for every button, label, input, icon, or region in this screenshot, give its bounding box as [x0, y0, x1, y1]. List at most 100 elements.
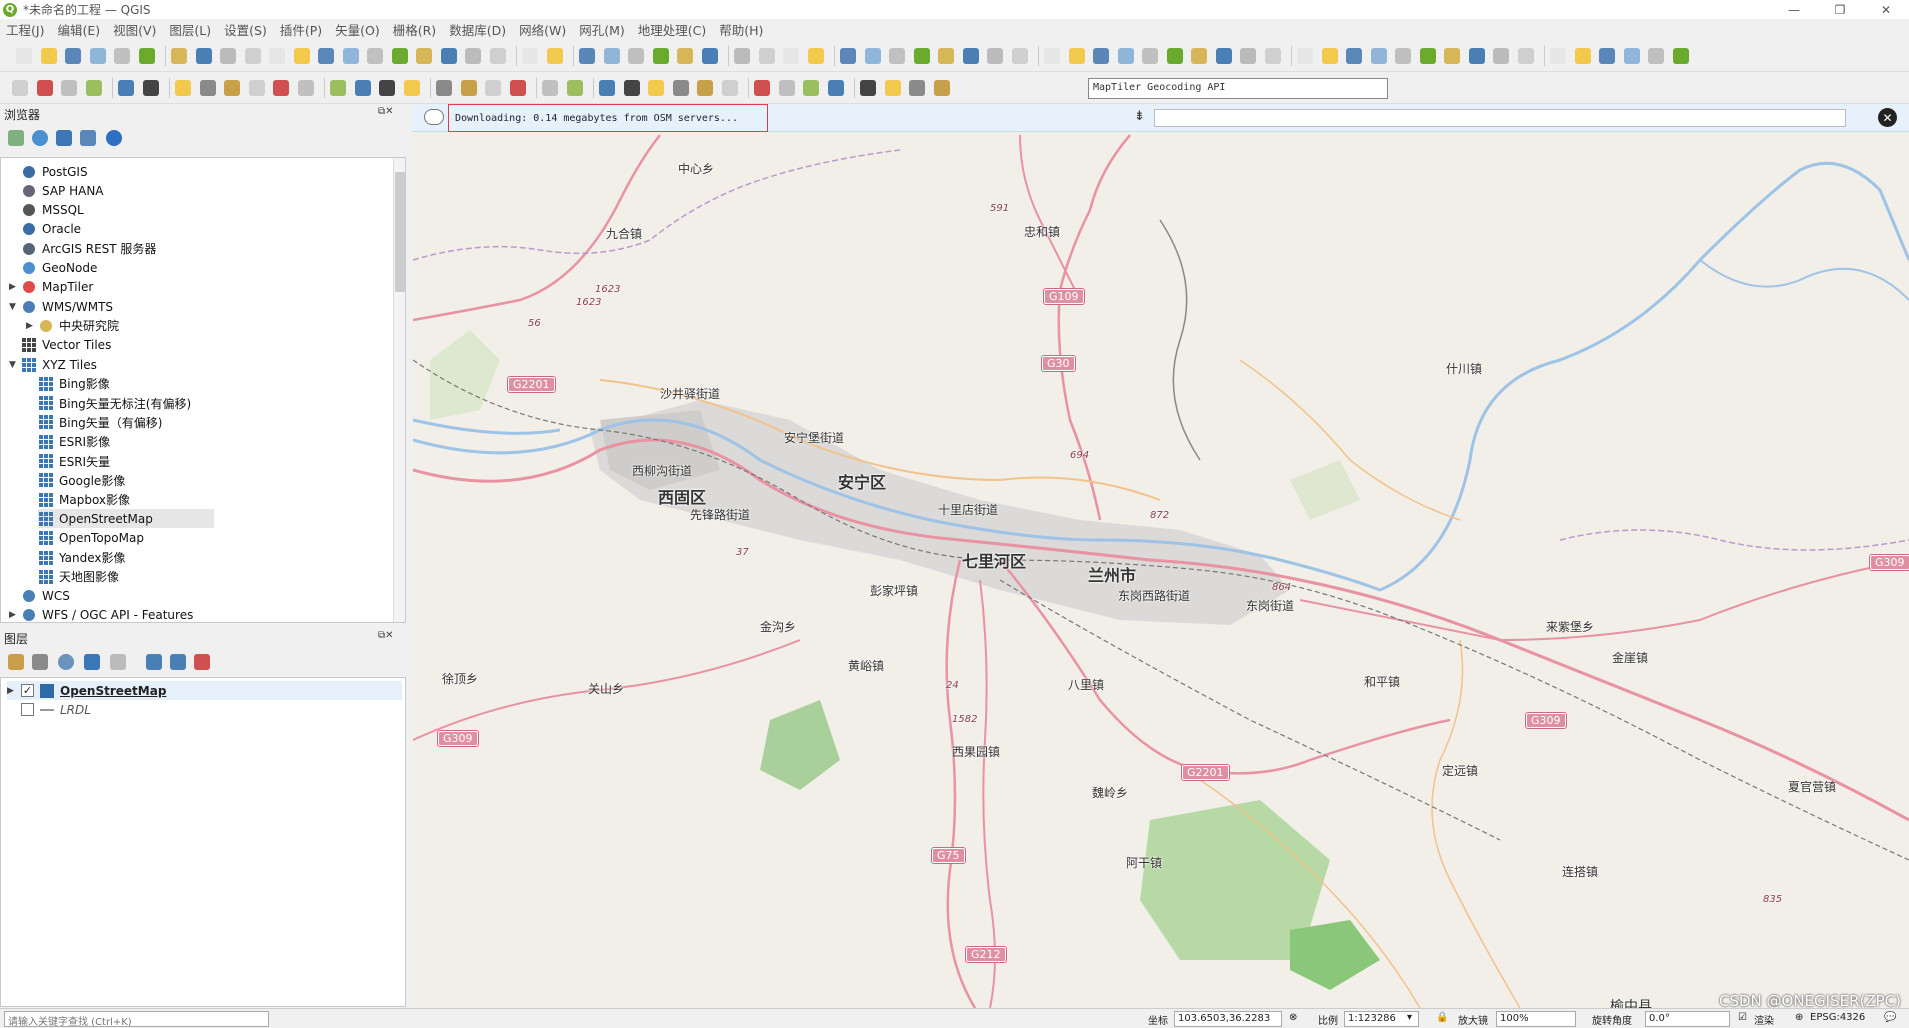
expand-all-icon[interactable]	[146, 654, 162, 670]
toolbar-tool-icon[interactable]	[1346, 48, 1362, 64]
toolbar-tool-icon[interactable]	[987, 48, 1003, 64]
toolbar-tool-icon[interactable]	[1574, 48, 1591, 64]
toolbar-tool-icon[interactable]	[16, 48, 32, 64]
toolbar-tool-icon[interactable]	[171, 48, 187, 64]
toolbar-tool-icon[interactable]	[889, 48, 905, 64]
toolbar-tool-icon[interactable]	[697, 80, 713, 96]
toolbar-tool-icon[interactable]	[913, 48, 930, 64]
scale-dropdown-icon[interactable]: ▾	[1407, 1012, 1412, 1023]
coordinate-field[interactable]: 103.6503,36.2283	[1174, 1011, 1282, 1027]
toolbar-tool-icon[interactable]	[1093, 48, 1109, 64]
toolbar-tool-icon[interactable]	[65, 48, 81, 64]
browser-item-sap-hana[interactable]: SAP HANA	[21, 181, 104, 200]
toolbar-tool-icon[interactable]	[118, 80, 134, 96]
toolbar-tool-icon[interactable]	[293, 48, 310, 64]
toolbar-tool-icon[interactable]	[1468, 48, 1485, 64]
filter-expression-icon[interactable]	[110, 654, 126, 670]
toolbar-tool-icon[interactable]	[778, 80, 795, 96]
toolbar-tool-icon[interactable]	[1419, 48, 1436, 64]
toolbar-tool-icon[interactable]	[1517, 48, 1534, 64]
toolbar-tool-icon[interactable]	[803, 80, 819, 96]
collapse-all-layers-icon[interactable]	[170, 654, 186, 670]
toolbar-tool-icon[interactable]	[1191, 48, 1207, 64]
toolbar-tool-icon[interactable]	[938, 48, 954, 64]
toolbar-tool-icon[interactable]	[89, 48, 106, 64]
browser-item-oracle[interactable]: Oracle	[21, 220, 81, 239]
toolbar-tool-icon[interactable]	[40, 48, 57, 64]
layer-checkbox[interactable]: ✓	[21, 684, 34, 697]
toolbar-tool-icon[interactable]	[603, 48, 620, 64]
browser-item-yandex[interactable]: Yandex影像	[38, 548, 126, 567]
browser-item-openstreetmap[interactable]: OpenStreetMap	[38, 509, 214, 529]
browser-scrollbar-thumb[interactable]	[395, 172, 405, 292]
restore-button[interactable]: ❐	[1817, 0, 1863, 19]
map-canvas[interactable]: 中心乡 九合镇 忠和镇 沙井驿街道 安宁堡街道 西柳沟街道 西固区 安宁区 先锋路街道 十里店街道…	[413, 132, 1909, 1008]
menu-view[interactable]: 视图(V)	[113, 20, 156, 39]
browser-item-[interactable]: 天地图影像	[38, 567, 119, 586]
toolbar-tool-icon[interactable]	[734, 48, 750, 64]
render-checkbox[interactable]: ☑	[1738, 1012, 1747, 1023]
toolbar-tool-icon[interactable]	[1264, 48, 1281, 64]
message-close-button[interactable]: ✕	[1878, 108, 1897, 127]
toolbar-tool-icon[interactable]	[599, 80, 615, 96]
toolbar-tool-icon[interactable]	[297, 80, 314, 96]
toolbar-tool-icon[interactable]	[440, 48, 457, 64]
layer-item-lrdl[interactable]: LRDL	[21, 700, 91, 719]
remove-layer-icon[interactable]	[194, 654, 210, 670]
toolbar-tool-icon[interactable]	[391, 48, 408, 64]
toolbar-tool-icon[interactable]	[114, 48, 130, 64]
toolbar-tool-icon[interactable]	[1142, 48, 1158, 64]
browser-item-bing[interactable]: Bing矢量（有偏移)	[38, 413, 162, 432]
menu-plugins[interactable]: 插件(P)	[280, 20, 322, 39]
toolbar-tool-icon[interactable]	[860, 80, 876, 96]
expand-arrow-icon[interactable]: ▶	[9, 610, 19, 620]
visibility-icon[interactable]	[58, 654, 74, 670]
toolbar-tool-icon[interactable]	[318, 48, 334, 64]
crs-label[interactable]: EPSG:4326	[1810, 1012, 1865, 1023]
toolbar-tool-icon[interactable]	[367, 48, 383, 64]
lock-scale-icon[interactable]: 🔒	[1436, 1012, 1448, 1023]
toolbar-tool-icon[interactable]	[342, 48, 359, 64]
add-selected-icon[interactable]	[8, 130, 24, 146]
menu-processing[interactable]: 地理处理(C)	[638, 20, 706, 39]
locator-search-input[interactable]: 请输入关键字查找 (Ctrl+K)	[4, 1011, 269, 1028]
expand-arrow-icon[interactable]: ▶	[9, 282, 19, 292]
filter-layers-icon[interactable]	[84, 654, 100, 670]
messages-icon[interactable]: 💬	[1884, 1012, 1896, 1023]
toolbar-tool-icon[interactable]	[754, 80, 770, 96]
toolbar-tool-icon[interactable]	[248, 80, 265, 96]
toolbar-tool-icon[interactable]	[138, 48, 155, 64]
toolbar-tool-icon[interactable]	[1011, 48, 1028, 64]
style-icon[interactable]	[8, 654, 24, 670]
expand-arrow-icon[interactable]: ▶	[7, 686, 21, 696]
menu-project[interactable]: 工程(J)	[6, 20, 44, 39]
menu-edit[interactable]: 编辑(E)	[57, 20, 100, 39]
browser-item-bing[interactable]: Bing影像	[38, 374, 110, 393]
collapse-arrow-icon[interactable]: ▼	[9, 302, 19, 312]
extents-toggle-icon[interactable]: ⊗	[1289, 1012, 1297, 1023]
toolbar-tool-icon[interactable]	[224, 80, 240, 96]
toolbar-tool-icon[interactable]	[273, 80, 289, 96]
toolbar-tool-icon[interactable]	[1672, 48, 1689, 64]
browser-scrollbar[interactable]	[393, 158, 405, 622]
toolbar-tool-icon[interactable]	[1215, 48, 1232, 64]
menu-settings[interactable]: 设置(S)	[224, 20, 267, 39]
toolbar-tool-icon[interactable]	[677, 48, 693, 64]
browser-item-bing[interactable]: Bing矢量无标注(有偏移)	[38, 394, 191, 413]
browser-item-esri[interactable]: ESRI影像	[38, 432, 110, 451]
toolbar-tool-icon[interactable]	[489, 48, 506, 64]
menu-layer[interactable]: 图层(L)	[169, 20, 211, 39]
toolbar-tool-icon[interactable]	[648, 80, 664, 96]
toolbar-tool-icon[interactable]	[884, 80, 901, 96]
progress-toggle-icon[interactable]: ⇟	[1134, 109, 1145, 124]
toolbar-tool-icon[interactable]	[672, 80, 689, 96]
toolbar-tool-icon[interactable]	[460, 80, 477, 96]
crs-icon[interactable]: ⊕	[1795, 1012, 1803, 1023]
toolbar-tool-icon[interactable]	[783, 48, 799, 64]
toolbar-tool-icon[interactable]	[652, 48, 669, 64]
toolbar-tool-icon[interactable]	[36, 80, 53, 96]
filter-icon[interactable]	[56, 130, 72, 146]
toolbar-tool-icon[interactable]	[220, 48, 236, 64]
refresh-icon[interactable]	[32, 130, 48, 146]
toolbar-tool-icon[interactable]	[701, 48, 718, 64]
